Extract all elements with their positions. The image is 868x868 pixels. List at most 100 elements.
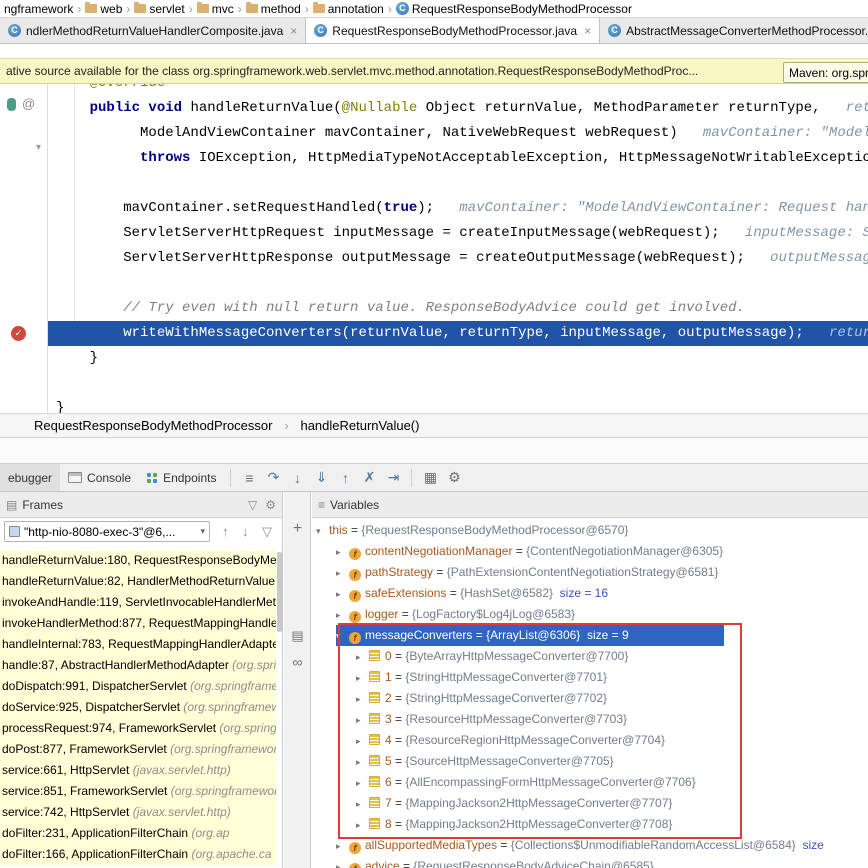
add-watch-icon[interactable]: + <box>284 520 311 538</box>
chevron-icon[interactable]: ▸ <box>336 857 349 868</box>
editor-gutter[interactable]: @ ▾ ✓ <box>0 84 48 413</box>
frames-scrollbar-thumb[interactable] <box>277 552 282 632</box>
breadcrumb-item-mvc[interactable]: mvc <box>195 2 236 16</box>
step-out-icon[interactable]: ↑ <box>333 470 357 486</box>
variable-row[interactable]: ▸fcontentNegotiationManager = {ContentNe… <box>312 541 868 562</box>
variable-row[interactable]: ▸4 = {ResourceRegionHttpMessageConverter… <box>312 730 868 751</box>
force-step-into-icon[interactable]: ⇓ <box>309 469 333 486</box>
breadcrumb-item-ngframework[interactable]: ngframework <box>2 2 75 16</box>
tab-console[interactable]: Console <box>60 464 139 491</box>
stack-frame[interactable]: service:851, FrameworkServlet (org.sprin… <box>0 781 276 802</box>
step-over-icon[interactable]: ↷ <box>261 469 285 486</box>
code-line[interactable]: throws IOException, HttpMediaTypeNotAcce… <box>48 146 868 171</box>
code-editor[interactable]: @ ▾ ✓ @Override public void handleReturn… <box>0 84 868 413</box>
chevron-icon[interactable]: ▸ <box>356 731 369 751</box>
thread-selector[interactable]: "http-nio-8080-exec-3"@6,... ▾ <box>4 521 210 542</box>
variable-row[interactable]: ▸flogger = {LogFactory$Log4jLog@6583} <box>312 604 868 625</box>
code-line[interactable]: ServletServerHttpResponse outputMessage … <box>48 246 868 271</box>
debugger-settings-icon[interactable]: ⚙ <box>442 469 466 486</box>
stack-frame[interactable]: handle:87, AbstractHandlerMethodAdapter … <box>0 655 276 676</box>
duplicate-watch-icon[interactable]: ▤ <box>284 628 311 644</box>
chevron-icon[interactable]: ▸ <box>356 794 369 814</box>
breadcrumb-item-method[interactable]: method <box>244 2 303 16</box>
breadcrumb-item-annotation[interactable]: annotation <box>311 2 386 16</box>
editor-tab[interactable]: CndlerMethodReturnValueHandlerComposite.… <box>0 18 306 43</box>
stack-frame[interactable]: doDispatch:991, DispatcherServlet (org.s… <box>0 676 276 697</box>
variable-row[interactable]: ▸8 = {MappingJackson2HttpMessageConverte… <box>312 814 868 835</box>
breadcrumb-item-servlet[interactable]: servlet <box>132 2 186 16</box>
variable-row[interactable]: ▸0 = {ByteArrayHttpMessageConverter@7700… <box>312 646 868 667</box>
show-watches-icon[interactable]: ∞ <box>284 654 311 670</box>
chevron-icon[interactable]: ▸ <box>336 605 349 625</box>
tab-debugger[interactable]: ebugger <box>0 464 60 491</box>
chevron-icon[interactable]: ▸ <box>356 773 369 793</box>
tab-endpoints[interactable]: Endpoints <box>139 464 224 491</box>
code-line[interactable] <box>48 371 868 396</box>
stack-frame[interactable]: doFilter:231, ApplicationFilterChain (or… <box>0 823 276 844</box>
variable-row[interactable]: ▸fallSupportedMediaTypes = {Collections$… <box>312 835 868 856</box>
override-marker-icon[interactable] <box>7 98 16 111</box>
breadcrumb-class[interactable]: RequestResponseBodyMethodProcessor <box>32 418 274 433</box>
chevron-icon[interactable]: ▸ <box>336 563 349 583</box>
code-line[interactable]: public void handleReturnValue(@Nullable … <box>48 96 868 121</box>
variable-row[interactable]: ▸fpathStrategy = {PathExtensionContentNe… <box>312 562 868 583</box>
stack-frame[interactable]: doFilter:166, ApplicationFilterChain (or… <box>0 844 276 865</box>
stack-frame[interactable]: service:742, HttpServlet (javax.servlet.… <box>0 802 276 823</box>
step-into-icon[interactable]: ↓ <box>285 470 309 486</box>
breadcrumb-method[interactable]: handleReturnValue() <box>298 418 421 433</box>
stack-frame[interactable]: handleInternal:783, RequestMappingHandle… <box>0 634 276 655</box>
variable-row[interactable]: ▾this = {RequestResponseBodyMethodProces… <box>312 520 868 541</box>
code-line[interactable]: mavContainer.setRequestHandled(true); ma… <box>48 196 868 221</box>
stack-frame[interactable]: processRequest:974, FrameworkServlet (or… <box>0 718 276 739</box>
variable-row[interactable]: ▸6 = {AllEncompassingFormHttpMessageConv… <box>312 772 868 793</box>
source-selector-dropdown[interactable]: Maven: org.spring ▾ <box>783 62 868 83</box>
stack-frame[interactable]: handleReturnValue:82, HandlerMethodRetur… <box>0 571 276 592</box>
stack-frame[interactable]: service:661, HttpServlet (javax.servlet.… <box>0 760 276 781</box>
code-line[interactable]: ServletServerHttpRequest inputMessage = … <box>48 221 868 246</box>
chevron-icon[interactable]: ▸ <box>356 752 369 772</box>
fold-arrow-icon[interactable]: ▾ <box>36 142 41 153</box>
breadcrumb-item-RequestResponseBodyMethodProcessor[interactable]: CRequestResponseBodyMethodProcessor <box>394 2 634 16</box>
chevron-icon[interactable]: ▸ <box>356 668 369 688</box>
stack-frame[interactable]: invokeHandlerMethod:877, RequestMappingH… <box>0 613 276 634</box>
gear-icon[interactable]: ⚙ <box>265 498 276 512</box>
code-line[interactable] <box>48 171 868 196</box>
code-line[interactable]: @Override <box>48 84 868 96</box>
code-line[interactable]: writeWithMessageConverters(returnValue, … <box>48 321 868 346</box>
chevron-icon[interactable]: ▸ <box>356 689 369 709</box>
previous-frame-icon[interactable]: ↑ <box>222 524 229 539</box>
variable-row[interactable]: ▸fsafeExtensions = {HashSet@6582} size =… <box>312 583 868 604</box>
variable-row[interactable]: ▸7 = {MappingJackson2HttpMessageConverte… <box>312 793 868 814</box>
code-line[interactable] <box>48 271 868 296</box>
variable-row[interactable]: ▾fmessageConverters = {ArrayList@6306} s… <box>312 625 868 646</box>
code-line[interactable]: } <box>48 396 868 413</box>
drop-frame-icon[interactable]: ✗ <box>357 469 381 486</box>
close-icon[interactable]: × <box>584 24 591 38</box>
variable-row[interactable]: ▸2 = {StringHttpMessageConverter@7702} <box>312 688 868 709</box>
chevron-icon[interactable]: ▸ <box>356 710 369 730</box>
chevron-icon[interactable]: ▾ <box>336 626 349 646</box>
editor-tab[interactable]: CAbstractMessageConverterMethodProcessor… <box>600 18 868 43</box>
variable-row[interactable]: ▸fadvice = {RequestResponseBodyAdviceCha… <box>312 856 868 868</box>
code-area[interactable]: @Override public void handleReturnValue(… <box>48 84 868 413</box>
next-frame-icon[interactable]: ↓ <box>242 524 249 539</box>
variable-row[interactable]: ▸3 = {ResourceHttpMessageConverter@7703} <box>312 709 868 730</box>
breakpoint-hit-icon[interactable]: ✓ <box>11 326 26 341</box>
view-breakpoints-icon[interactable]: ▦ <box>418 469 442 486</box>
chevron-icon[interactable]: ▾ <box>316 521 329 541</box>
stack-frame[interactable]: handleReturnValue:180, RequestResponseBo… <box>0 550 276 571</box>
chevron-icon[interactable]: ▸ <box>356 647 369 667</box>
code-line[interactable]: // Try even with null return value. Resp… <box>48 296 868 321</box>
run-to-cursor-icon[interactable]: ⇥ <box>381 469 405 486</box>
code-line[interactable]: ModelAndViewContainer mavContainer, Nati… <box>48 121 868 146</box>
stack-frame[interactable]: invokeAndHandle:119, ServletInvocableHan… <box>0 592 276 613</box>
stack-frame[interactable]: doService:925, DispatcherServlet (org.sp… <box>0 697 276 718</box>
editor-tab[interactable]: CRequestResponseBodyMethodProcessor.java… <box>306 18 600 43</box>
chevron-icon[interactable]: ▸ <box>336 584 349 604</box>
code-line[interactable]: } <box>48 346 868 371</box>
close-icon[interactable]: × <box>290 24 297 38</box>
hide-frames-filter-icon[interactable]: ▽ <box>262 524 272 540</box>
variable-row[interactable]: ▸5 = {SourceHttpMessageConverter@7705} <box>312 751 868 772</box>
chevron-icon[interactable]: ▸ <box>356 815 369 835</box>
breadcrumb-item-web[interactable]: web <box>83 2 124 16</box>
